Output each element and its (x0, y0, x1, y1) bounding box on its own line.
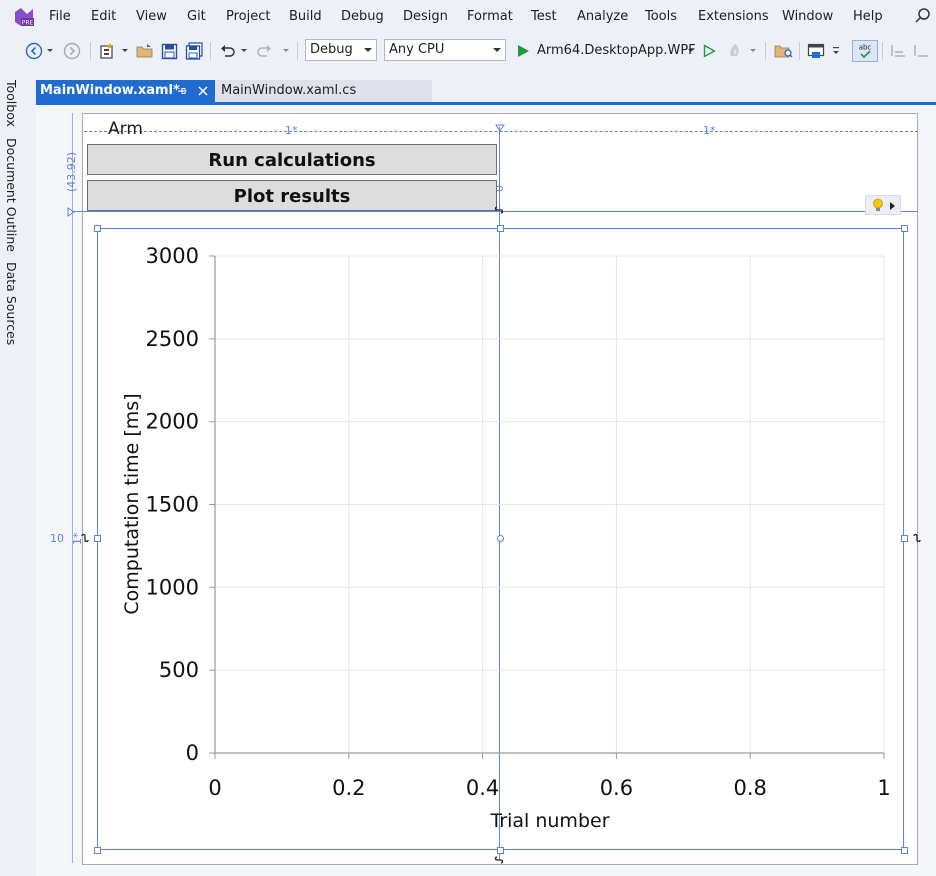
x-tick-label: 0 (208, 776, 221, 800)
y-tick-label: 3000 (146, 244, 199, 268)
chart-ticks: 0 500 1000 1500 2000 2500 3000 0 0.2 0.4 0.6 0.8 1 (146, 244, 891, 800)
y-tick-label: 500 (159, 658, 199, 682)
y-axis-label: Computation time [ms] (121, 393, 143, 614)
chart-grid (215, 255, 885, 753)
x-axis-label: Trial number (489, 810, 609, 832)
y-tick-label: 0 (186, 741, 199, 765)
x-tick-label: 0.4 (466, 776, 499, 800)
plot-chart: 0 500 1000 1500 2000 2500 3000 0 0.2 0.4 0.6 0.8 1 T… (121, 244, 891, 832)
y-tick-label: 2500 (146, 327, 199, 351)
x-tick-label: 0.6 (600, 776, 633, 800)
x-tick-label: 1 (877, 776, 890, 800)
x-tick-label: 0.8 (733, 776, 766, 800)
x-tick-label: 0.2 (332, 776, 365, 800)
y-tick-label: 1000 (146, 575, 199, 599)
y-tick-label: 1500 (146, 493, 199, 517)
y-tick-label: 2000 (146, 410, 199, 434)
